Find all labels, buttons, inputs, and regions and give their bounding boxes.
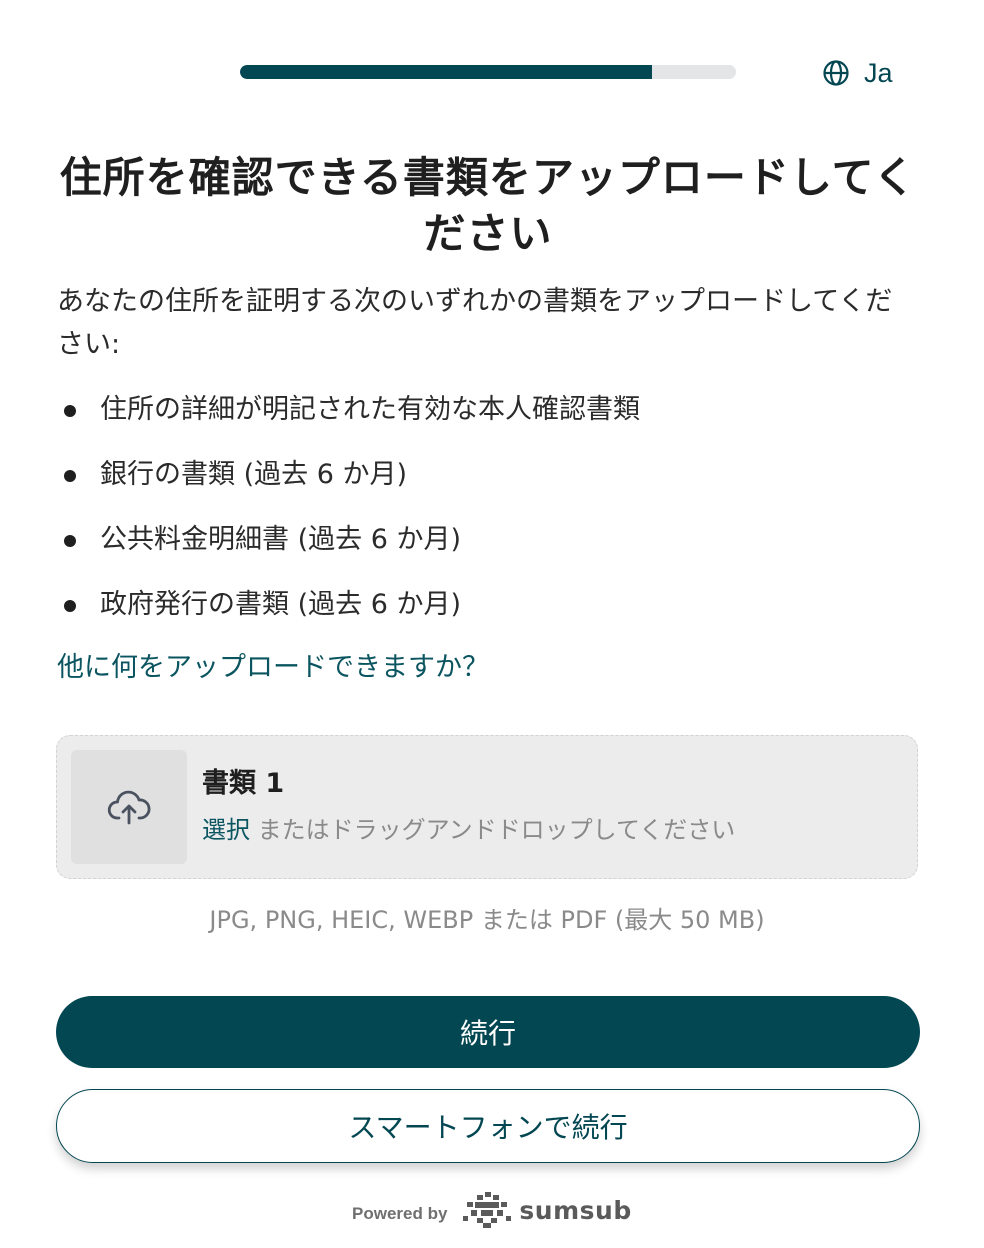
bullet-icon [64, 470, 76, 482]
list-item: 政府発行の書類 (過去 6 か月) [57, 580, 919, 645]
bullet-icon [64, 600, 76, 612]
language-selector[interactable]: Ja [822, 56, 893, 90]
upload-dropzone[interactable]: 書類 1 選択 またはドラッグアンドドロップしてください [56, 735, 918, 879]
list-item-label: 公共料金明細書 (過去 6 か月) [100, 524, 461, 555]
document-type-list: 住所の詳細が明記された有効な本人確認書類 銀行の書類 (過去 6 か月) 公共料… [57, 385, 919, 645]
page-title: 住所を確認できる書類をアップロードしてください [59, 153, 917, 258]
list-item: 住所の詳細が明記された有効な本人確認書類 [57, 385, 919, 450]
continue-button[interactable]: 続行 [56, 996, 920, 1068]
drag-drop-text: またはドラッグアンドドロップしてください [250, 816, 736, 844]
sumsub-logo-icon [463, 1192, 512, 1228]
language-label: Ja [864, 58, 893, 88]
bullet-icon [64, 405, 76, 417]
list-item-label: 政府発行の書類 (過去 6 か月) [100, 589, 461, 620]
list-item: 銀行の書類 (過去 6 か月) [57, 450, 919, 515]
upload-instructions: 選択 またはドラッグアンドドロップしてください [202, 812, 735, 848]
bullet-icon [64, 535, 76, 547]
upload-title: 書類 1 [202, 768, 285, 799]
help-link[interactable]: 他に何をアップロードできますか？ [57, 646, 489, 690]
progress-bar [240, 65, 736, 79]
accepted-formats: JPG, PNG, HEIC, WEBP または PDF (最大 50 MB) [209, 906, 765, 934]
brand-name: sumsub [519, 1195, 632, 1225]
powered-by-footer: Powered by sumsub [352, 1190, 632, 1230]
list-item-label: 住所の詳細が明記された有効な本人確認書類 [100, 394, 640, 425]
list-item: 公共料金明細書 (過去 6 か月) [57, 515, 919, 580]
continue-on-phone-button[interactable]: スマートフォンで続行 [56, 1089, 920, 1163]
upload-thumbnail[interactable] [71, 750, 187, 864]
verification-page: Ja 住所を確認できる書類をアップロードしてください あなたの住所を証明する次の… [0, 0, 984, 1248]
select-file-link[interactable]: 選択 [202, 816, 250, 844]
cloud-upload-icon [107, 790, 151, 825]
globe-icon [823, 60, 849, 86]
powered-by-label: Powered by [352, 1204, 448, 1223]
progress-bar-fill [240, 65, 652, 79]
list-item-label: 銀行の書類 (過去 6 か月) [100, 459, 407, 490]
intro-text: あなたの住所を証明する次のいずれかの書類をアップロードしてください: [57, 286, 893, 360]
